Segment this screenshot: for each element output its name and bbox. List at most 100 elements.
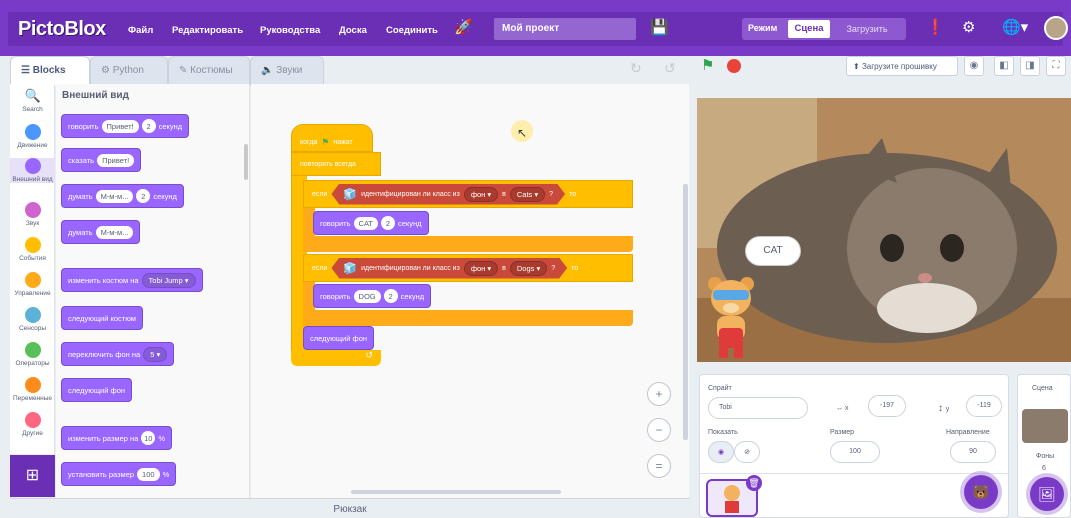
large-stage-icon[interactable]: ◨ xyxy=(1020,56,1040,76)
backpack[interactable]: Рюкзак xyxy=(10,498,690,518)
when-flag-clicked-block[interactable]: когда ⚑ нажат xyxy=(291,124,373,152)
size-input[interactable]: 100 xyxy=(830,441,880,463)
block-input[interactable]: DOG xyxy=(353,289,381,303)
block-switch-costume[interactable]: изменить костюм на Tobi Jump ▾ xyxy=(61,268,203,292)
block-input[interactable]: 2 xyxy=(141,119,156,133)
menu-file[interactable]: Файл xyxy=(128,25,153,36)
stage-thumbnail[interactable] xyxy=(1022,409,1068,443)
block-next-backdrop[interactable]: следующий фон xyxy=(61,378,133,402)
zoom-in-button[interactable]: + xyxy=(647,382,671,406)
category-operators[interactable]: Операторы xyxy=(10,342,55,367)
tab-python-label: Python xyxy=(112,65,144,76)
hide-sprite-button[interactable]: ⊘ xyxy=(734,441,760,463)
tobi-sprite[interactable] xyxy=(703,274,759,360)
block-input[interactable]: М-м-м... xyxy=(95,189,134,203)
tab-costumes[interactable]: ✎ Костюмы xyxy=(168,56,250,86)
class-dropdown[interactable]: Dogs ▾ xyxy=(510,261,547,276)
forever-block[interactable]: повторять всегда xyxy=(291,152,381,176)
undo-icon[interactable]: ↻ xyxy=(630,60,642,77)
save-icon[interactable]: 💾 xyxy=(650,18,669,36)
gear-icon[interactable]: ⚙ xyxy=(962,18,975,36)
stop-button[interactable] xyxy=(727,59,741,73)
if-block-cats[interactable]: если 🧊 идентифицирован ли класс из фон ▾… xyxy=(303,180,633,208)
tab-blocks[interactable]: ☰ Blocks xyxy=(10,56,90,86)
category-events[interactable]: События xyxy=(10,237,55,262)
block-change-size[interactable]: изменить размер на 10 % xyxy=(61,426,172,450)
block-text: говорить xyxy=(320,218,351,228)
block-input[interactable]: 10 xyxy=(141,431,156,445)
zoom-reset-button[interactable]: = xyxy=(647,454,671,478)
class-dropdown[interactable]: Cats ▾ xyxy=(510,187,545,202)
block-think-for-secs[interactable]: думать М-м-м... 2 секунд xyxy=(61,184,184,208)
app-logo[interactable]: PictoBlox xyxy=(18,18,106,41)
block-input[interactable]: 2 xyxy=(380,216,395,230)
category-search[interactable]: 🔍 Search xyxy=(10,88,55,113)
block-input[interactable]: CAT xyxy=(353,216,378,230)
block-say-for-secs[interactable]: говорить Привет! 2 секунд xyxy=(61,114,190,138)
category-control[interactable]: Управление xyxy=(10,272,55,297)
upload-firmware-button[interactable]: ⬆ Загрузите прошивку xyxy=(846,56,958,76)
y-input[interactable]: -119 xyxy=(966,395,1002,417)
block-input[interactable]: 2 xyxy=(383,289,398,303)
camera-icon[interactable]: ◉ xyxy=(964,56,984,76)
tab-python[interactable]: ⚙ Python xyxy=(90,56,168,86)
category-variables[interactable]: Переменные xyxy=(10,377,55,402)
block-input[interactable]: Привет! xyxy=(97,153,135,167)
stage-canvas[interactable]: CAT xyxy=(697,98,1071,362)
costume-dropdown[interactable]: Tobi Jump ▾ xyxy=(141,272,196,288)
block-input[interactable]: М-м-м... xyxy=(95,225,134,239)
menu-board[interactable]: Доска xyxy=(339,25,367,36)
stage-mode-button[interactable]: Сцена xyxy=(788,20,830,38)
fullscreen-icon[interactable]: ⛶ xyxy=(1046,56,1066,76)
category-motion[interactable]: Движение xyxy=(10,124,55,149)
extension-rocket-icon[interactable]: 🚀 xyxy=(454,18,473,36)
horizontal-scrollbar[interactable] xyxy=(351,490,561,494)
category-looks[interactable]: Внешний вид xyxy=(10,158,55,183)
source-dropdown[interactable]: фон ▾ xyxy=(464,261,498,276)
ml-condition-block[interactable]: 🧊 идентифицирован ли класс из фон ▾ в Ca… xyxy=(331,184,565,205)
palette-scrollbar[interactable] xyxy=(244,144,248,180)
x-input[interactable]: -197 xyxy=(868,395,906,417)
say-dog-block[interactable]: говорить DOG 2 секунд xyxy=(313,284,432,308)
delete-sprite-icon[interactable]: 🗑 xyxy=(746,475,762,491)
block-think[interactable]: думать М-м-м... xyxy=(61,220,141,244)
add-backdrop-button[interactable]: 🖼 xyxy=(1030,477,1064,511)
project-name-input[interactable]: Мой проект xyxy=(494,18,636,40)
green-flag-icon[interactable]: ⚑ xyxy=(701,58,717,74)
feedback-icon[interactable]: ❗ xyxy=(926,18,945,36)
category-sensing[interactable]: Сенсоры xyxy=(10,307,55,332)
category-sound[interactable]: Звук xyxy=(10,202,55,227)
block-input[interactable]: Привет! xyxy=(101,119,139,133)
sprite-name-input[interactable]: Tobi xyxy=(708,397,808,419)
upload-mode-button[interactable]: Загрузить xyxy=(832,20,902,38)
small-stage-icon[interactable]: ◧ xyxy=(994,56,1014,76)
zoom-out-button[interactable]: − xyxy=(647,418,671,442)
dropdown-value: фон xyxy=(470,263,486,273)
source-dropdown[interactable]: фон ▾ xyxy=(464,187,498,202)
say-cat-block[interactable]: говорить CAT 2 секунд xyxy=(313,211,429,235)
direction-input[interactable]: 90 xyxy=(950,441,996,463)
category-other[interactable]: Другие xyxy=(10,412,55,437)
ml-condition-block[interactable]: 🧊 идентифицирован ли класс из фон ▾ в Do… xyxy=(331,258,567,279)
redo-icon[interactable]: ↺ xyxy=(664,60,676,77)
add-extension-button[interactable]: ⊞ xyxy=(10,455,55,497)
block-input[interactable]: 2 xyxy=(136,189,151,203)
block-say[interactable]: сказать Привет! xyxy=(61,148,142,172)
menu-connect[interactable]: Соединить xyxy=(386,25,438,36)
add-sprite-button[interactable]: 🐻 xyxy=(964,475,998,509)
block-switch-backdrop[interactable]: переключить фон на 5 ▾ xyxy=(61,342,175,366)
avatar[interactable] xyxy=(1044,16,1068,40)
globe-icon[interactable]: 🌐▾ xyxy=(1002,18,1028,36)
backdrop-dropdown[interactable]: 5 ▾ xyxy=(143,346,168,362)
tab-sounds[interactable]: 🔈 Звуки xyxy=(250,56,324,86)
if-block-dogs[interactable]: если 🧊 идентифицирован ли класс из фон ▾… xyxy=(303,254,633,282)
block-input[interactable]: 100 xyxy=(137,467,160,481)
block-next-costume[interactable]: следующий костюм xyxy=(61,306,143,330)
next-backdrop-block[interactable]: следующий фон xyxy=(303,326,375,350)
menu-edit[interactable]: Редактировать xyxy=(172,25,243,36)
vertical-scrollbar[interactable] xyxy=(683,184,688,440)
script-area[interactable]: когда ⚑ нажат повторять всегда если 🧊 ид… xyxy=(251,84,689,498)
show-visible-button[interactable]: ◉ xyxy=(708,441,734,463)
block-set-size[interactable]: установить размер 100 % xyxy=(61,462,177,486)
menu-tutorials[interactable]: Руководства xyxy=(260,25,320,36)
